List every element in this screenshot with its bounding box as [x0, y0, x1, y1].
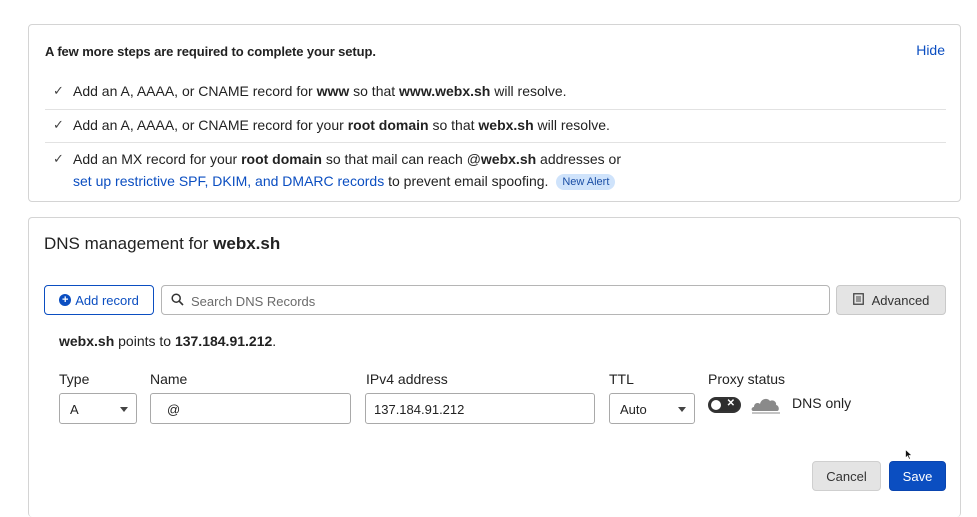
check-icon: ✓ [53, 151, 64, 166]
step-text: Add an MX record for your [73, 151, 242, 167]
points-to-text: webx.sh points to 137.184.91.212. [59, 333, 276, 349]
type-value: A [70, 402, 79, 417]
cloud-icon [750, 394, 782, 419]
chevron-down-icon [120, 407, 128, 412]
ipv4-label: IPv4 address [366, 371, 448, 387]
name-input[interactable]: @ [150, 393, 351, 424]
hide-link[interactable]: Hide [916, 42, 945, 58]
ttl-label: TTL [609, 371, 634, 387]
step-text: so that mail can reach @ [321, 151, 481, 167]
step-text: so that [428, 117, 479, 133]
points-end: . [272, 333, 277, 349]
points-text: points to [114, 333, 175, 349]
setup-title: A few more steps are required to complet… [45, 44, 376, 59]
check-icon: ✓ [53, 117, 64, 132]
plus-circle-icon: + [59, 294, 72, 306]
proxy-toggle[interactable]: ✕ [708, 397, 741, 413]
step-bold: webx.sh [478, 117, 534, 133]
step-bold: root domain [347, 117, 429, 133]
setup-steps-card: A few more steps are required to complet… [28, 24, 961, 202]
email-security-link[interactable]: set up restrictive SPF, DKIM, and DMARC … [73, 173, 384, 189]
save-button[interactable]: Save [889, 461, 946, 491]
proxy-status-value: DNS only [792, 395, 852, 411]
name-label: Name [150, 371, 188, 387]
step-text: Add an A, AAAA, or CNAME record for your [73, 117, 348, 133]
search-box[interactable] [161, 285, 830, 315]
step-bold: www [316, 83, 350, 99]
points-domain: webx.sh [59, 333, 115, 349]
check-icon: ✓ [53, 83, 64, 98]
setup-step-www: ✓ Add an A, AAAA, or CNAME record for ww… [45, 80, 946, 102]
name-value: @ [167, 402, 181, 417]
type-label: Type [59, 371, 90, 387]
divider [45, 142, 946, 143]
setup-step-root: ✓ Add an A, AAAA, or CNAME record for yo… [45, 114, 946, 136]
step-bold: root domain [241, 151, 322, 167]
ipv4-input[interactable]: 137.184.91.212 [365, 393, 595, 424]
mouse-pointer-icon [905, 447, 913, 465]
step-text: will resolve. [533, 117, 610, 133]
title-prefix: DNS management for [44, 234, 214, 253]
step-text: will resolve. [490, 83, 567, 99]
search-icon [171, 293, 184, 311]
proxy-status-label: Proxy status [708, 371, 786, 387]
ttl-value: Auto [620, 402, 647, 417]
document-icon [852, 292, 864, 308]
divider [45, 109, 946, 110]
step-bold: www.webx.sh [399, 83, 491, 99]
step-text: so that [349, 83, 400, 99]
step-bold: webx.sh [480, 151, 537, 167]
close-icon: ✕ [726, 398, 735, 409]
dns-management-card: DNS management for webx.sh + Add record … [28, 217, 961, 517]
page-title: DNS management for webx.sh [44, 234, 280, 254]
setup-step-mx: ✓ Add an MX record for your root domain … [45, 148, 946, 192]
cancel-button[interactable]: Cancel [812, 461, 881, 491]
points-ip: 137.184.91.212 [174, 333, 273, 349]
title-domain: webx.sh [213, 234, 281, 253]
advanced-label: Advanced [871, 292, 930, 308]
type-select[interactable]: A [59, 393, 137, 424]
add-record-button[interactable]: + Add record [44, 285, 154, 315]
new-alert-badge: New Alert [556, 174, 616, 190]
step-text: to prevent email spoofing. [384, 173, 549, 189]
search-input[interactable] [189, 290, 813, 312]
add-record-label: Add record [75, 292, 139, 308]
ttl-select[interactable]: Auto [609, 393, 695, 424]
step-text: Add an A, AAAA, or CNAME record for [73, 83, 317, 99]
advanced-button[interactable]: Advanced [836, 285, 946, 315]
toggle-knob [711, 400, 721, 410]
chevron-down-icon [678, 407, 686, 412]
ipv4-value: 137.184.91.212 [374, 402, 465, 417]
step-text: addresses or [536, 151, 621, 167]
